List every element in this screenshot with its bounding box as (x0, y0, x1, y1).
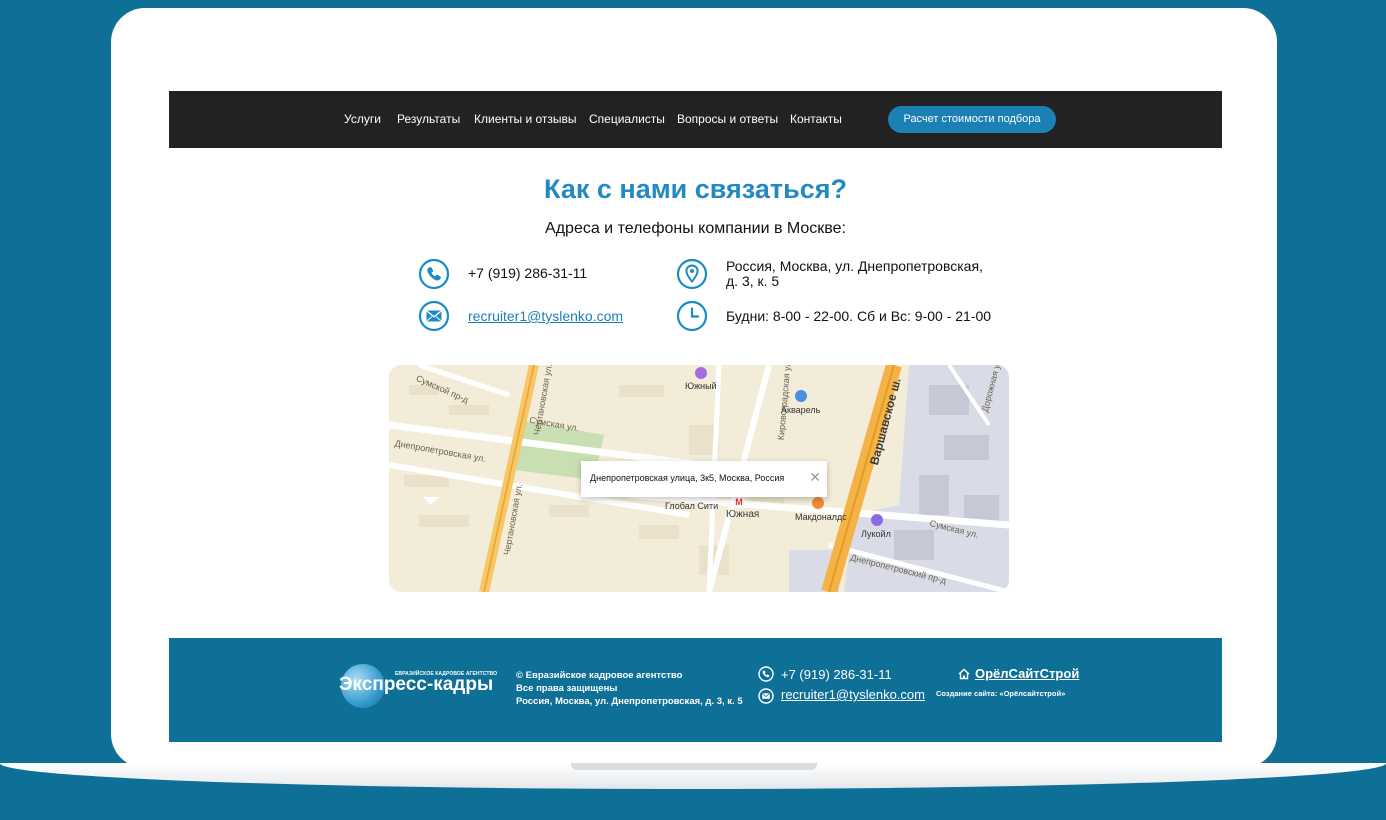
footer-address: Россия, Москва, ул. Днепропетровская, д.… (516, 696, 743, 707)
close-icon[interactable]: ✕ (809, 470, 821, 484)
laptop-notch (571, 763, 817, 770)
map-place-label: Акварель (781, 405, 821, 415)
cost-calculation-button[interactable]: Расчет стоимости подбора (888, 106, 1056, 133)
contact-address-line1: Россия, Москва, ул. Днепропетровская, (726, 258, 983, 274)
clock-icon (676, 300, 708, 332)
metro-icon[interactable]: М (733, 496, 745, 508)
contact-hours: Будни: 8-00 - 22-00. Сб и Вс: 9-00 - 21-… (726, 308, 992, 324)
logo-text: Экспресс-кадры (339, 674, 494, 695)
contact-email-link[interactable]: recruiter1@tyslenko.com (468, 308, 623, 324)
poi-icon[interactable] (812, 497, 824, 509)
map-widget[interactable]: Сумской пр-д Сумская ул. Днепропетровска… (389, 365, 1009, 592)
contact-address-line2: д. 3, к. 5 (726, 273, 780, 289)
map-place-label: Южный (685, 381, 717, 391)
footer-rights: Все права защищены (516, 683, 618, 694)
home-icon (958, 668, 970, 680)
map-popup: Днепропетровская улица, 3к5, Москва, Рос… (581, 461, 827, 497)
map-popup-tail (423, 497, 439, 505)
map-place-label: Лукойл (861, 529, 891, 539)
map-pin-icon (676, 258, 708, 290)
footer: ЕВРАЗИЙСКОЕ КАДРОВОЕ АГЕНТСТВО Экспресс-… (169, 638, 1222, 742)
footer-email-link[interactable]: recruiter1@tyslenko.com (781, 687, 925, 702)
contact-phone[interactable]: +7 (919) 286-31-11 (468, 265, 587, 281)
developer-link[interactable]: ОрёлСайтСтрой (975, 666, 1079, 681)
footer-copyright: © Евразийское кадровое агентство (516, 670, 683, 681)
nav-item-faq[interactable]: Вопросы и ответы (677, 111, 778, 127)
phone-icon (418, 258, 450, 290)
nav-item-specialists[interactable]: Специалисты (589, 111, 665, 127)
footer-phone[interactable]: +7 (919) 286-31-11 (781, 667, 892, 682)
page-title: Как с нами связаться? (544, 174, 847, 204)
nav-item-results[interactable]: Результаты (397, 111, 460, 127)
mail-icon (758, 688, 774, 704)
map-place-label: Южная (726, 509, 760, 520)
top-navigation: Услуги Результаты Клиенты и отзывы Специ… (169, 91, 1222, 148)
nav-item-services[interactable]: Услуги (344, 111, 381, 127)
map-place-label: Макдоналдс (795, 512, 847, 522)
poi-icon[interactable] (871, 514, 883, 526)
nav-item-contacts[interactable]: Контакты (790, 111, 842, 127)
nav-item-clients[interactable]: Клиенты и отзывы (474, 111, 577, 127)
map-place-label: Глобал Сити (665, 501, 719, 511)
phone-icon (758, 666, 774, 682)
poi-icon[interactable] (795, 390, 807, 402)
developer-subtitle: Создание сайта: «Орёлсайтстрой» (936, 689, 1066, 698)
page-subtitle: Адреса и телефоны компании в Москве: (545, 220, 846, 237)
logo[interactable]: ЕВРАЗИЙСКОЕ КАДРОВОЕ АГЕНТСТВО Экспресс-… (339, 662, 499, 712)
poi-icon[interactable] (695, 367, 707, 379)
map-popup-text: Днепропетровская улица, 3к5, Москва, Рос… (590, 473, 785, 483)
mail-icon (418, 300, 450, 332)
